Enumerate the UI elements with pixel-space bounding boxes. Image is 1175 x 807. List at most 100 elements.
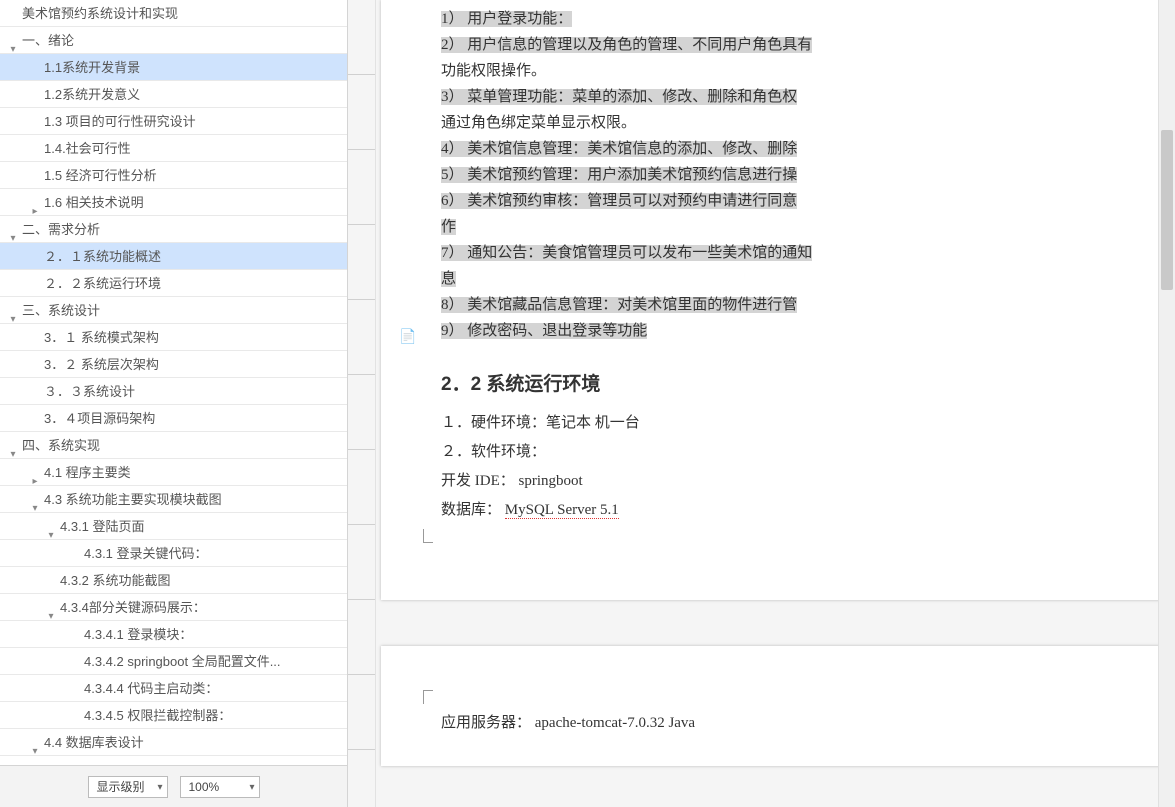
paste-options-icon[interactable]: 📄 — [397, 327, 419, 349]
outline-item[interactable]: 1.4.社会可行性 — [0, 135, 347, 162]
vertical-ruler — [348, 0, 376, 807]
doc-line: 5） 美术馆预约管理：用户添加美术馆预约信息进行操 — [441, 162, 1151, 188]
outline-item-label: 一、绪论 — [22, 33, 74, 48]
page-corner-top — [423, 690, 433, 704]
env-ide: 开发 IDE： springboot — [441, 468, 1151, 494]
doc-line: 9） 修改密码、退出登录等功能 — [441, 318, 1151, 344]
doc-line: 1） 用户登录功能： — [441, 6, 1151, 32]
outline-item-label: 3．１ 系统模式架构 — [44, 330, 159, 345]
sidebar-bottom-bar: 显示级别 100% — [0, 765, 347, 807]
outline-item[interactable]: ▾ 4.3 系统功能主要实现模块截图 — [0, 486, 347, 513]
outline-item[interactable]: 1.1系统开发背景 — [0, 54, 347, 81]
section-heading-2-2: 2．2 系统运行环境 — [441, 372, 1151, 398]
twist-spacer — [30, 144, 40, 154]
twist-spacer — [30, 252, 40, 262]
outline-item[interactable]: 3．１ 系统模式架构 — [0, 324, 347, 351]
doc-line: 8） 美术馆藏品信息管理：对美术馆里面的物件进行管 — [441, 292, 1151, 318]
twist-spacer — [46, 576, 56, 586]
outline-item-label: 1.5 经济可行性分析 — [44, 168, 157, 183]
outline-item[interactable]: 3．４项目源码架构 — [0, 405, 347, 432]
twist-spacer — [30, 90, 40, 100]
outline-item-label: 1.2系统开发意义 — [44, 87, 140, 102]
scrollbar-thumb[interactable] — [1161, 130, 1173, 290]
doc-line: 2） 用户信息的管理以及角色的管理、不同用户角色具有 — [441, 32, 1151, 58]
twist-spacer — [30, 117, 40, 127]
outline-item[interactable]: ▾ 一、绪论 — [0, 27, 347, 54]
outline-item[interactable]: ▾ 4.3.1 登陆页面 — [0, 513, 347, 540]
outline-item[interactable]: 1.3 项目的可行性研究设计 — [0, 108, 347, 135]
chevron-down-icon[interactable]: ▾ — [30, 495, 40, 505]
env-software: ２．软件环境： — [441, 439, 1151, 465]
outline-item[interactable]: 4.3.4.5 权限拦截控制器： — [0, 702, 347, 729]
document-area: 📄 1） 用户登录功能：2） 用户信息的管理以及角色的管理、不同用户角色具有功能… — [348, 0, 1175, 807]
outline-item-label: 1.3 项目的可行性研究设计 — [44, 114, 196, 129]
twist-spacer — [30, 387, 40, 397]
twist-spacer — [70, 657, 80, 667]
outline-item[interactable]: ▾ 二、需求分析 — [0, 216, 347, 243]
chevron-right-icon[interactable]: ▸ — [30, 198, 40, 208]
chevron-down-icon[interactable]: ▾ — [46, 603, 56, 613]
outline-item[interactable]: ▸ 4.1 程序主要类 — [0, 459, 347, 486]
doc-line: 3） 菜单管理功能：菜单的添加、修改、删除和角色权 — [441, 84, 1151, 110]
chevron-down-icon[interactable]: ▾ — [30, 738, 40, 748]
outline-item[interactable]: ２．１系统功能概述 — [0, 243, 347, 270]
chevron-down-icon[interactable]: ▾ — [8, 36, 18, 46]
doc-line: 6） 美术馆预约审核：管理员可以对预约申请进行同意 — [441, 188, 1151, 214]
twist-spacer — [8, 9, 18, 19]
outline-item[interactable]: 4.3.2 系统功能截图 — [0, 567, 347, 594]
outline-item-label: 美术馆预约系统设计和实现 — [22, 6, 178, 21]
outline-item[interactable]: 4.3.4.2 springboot 全局配置文件... — [0, 648, 347, 675]
outline-item-label: 4.3.4.5 权限拦截控制器： — [84, 708, 231, 723]
twist-spacer — [30, 333, 40, 343]
outline-item-label: 4.3.4.4 代码主启动类： — [84, 681, 218, 696]
doc-line: 作 — [441, 214, 1151, 240]
env-hardware: １．硬件环境：笔记本 机一台 — [441, 410, 1151, 436]
chevron-down-icon[interactable]: ▾ — [8, 225, 18, 235]
outline-item-label: 1.4.社会可行性 — [44, 141, 131, 156]
outline-list: 美术馆预约系统设计和实现 ▾ 一、绪论 1.1系统开发背景 1.2系统开发意义 1.3 项… — [0, 0, 347, 765]
twist-spacer — [30, 279, 40, 289]
outline-item-label: 4.3 系统功能主要实现模块截图 — [44, 492, 222, 507]
outline-item[interactable]: 1.2系统开发意义 — [0, 81, 347, 108]
chevron-right-icon[interactable]: ▸ — [30, 468, 40, 478]
outline-item-label: 4.3.1 登录关键代码： — [84, 546, 208, 561]
outline-item[interactable]: 4.3.4.1 登录模块： — [0, 621, 347, 648]
twist-spacer — [70, 684, 80, 694]
outline-item[interactable]: ▾四、系统实现 — [0, 432, 347, 459]
outline-item[interactable]: ▾ 三、系统设计 — [0, 297, 347, 324]
outline-item-label: ２．２系统运行环境 — [44, 276, 161, 291]
outline-item[interactable]: 1.5 经济可行性分析 — [0, 162, 347, 189]
vertical-scrollbar[interactable] — [1158, 0, 1175, 807]
chevron-down-icon[interactable]: ▾ — [8, 306, 18, 316]
zoom-dropdown[interactable]: 100% — [180, 776, 260, 798]
doc-line: 4） 美术馆信息管理：美术馆信息的添加、修改、删除 — [441, 136, 1151, 162]
outline-item[interactable]: ２．２系统运行环境 — [0, 270, 347, 297]
outline-item-label: 二、需求分析 — [22, 222, 100, 237]
twist-spacer — [70, 630, 80, 640]
chevron-down-icon[interactable]: ▾ — [8, 441, 18, 451]
chevron-down-icon[interactable]: ▾ — [46, 522, 56, 532]
level-dropdown[interactable]: 显示级别 — [88, 776, 168, 798]
outline-item-label: 4.1 程序主要类 — [44, 465, 131, 480]
outline-item[interactable]: ▾4.3.4部分关键源码展示： — [0, 594, 347, 621]
doc-line: 7） 通知公告：美食馆管理员可以发布一些美术馆的通知 — [441, 240, 1151, 266]
outline-item-label: 三、系统设计 — [22, 303, 100, 318]
outline-item[interactable]: ▾4.4 数据库表设计 — [0, 729, 347, 756]
doc-line: 通过角色绑定菜单显示权限。 — [441, 110, 1151, 136]
outline-item-label: 3．２ 系统层次架构 — [44, 357, 159, 372]
outline-item-label: 4.3.4.1 登录模块： — [84, 627, 192, 642]
page-scroll: 📄 1） 用户登录功能：2） 用户信息的管理以及角色的管理、不同用户角色具有功能… — [376, 0, 1158, 807]
outline-item[interactable]: ３．３系统设计 — [0, 378, 347, 405]
outline-item[interactable]: 3．２ 系统层次架构 — [0, 351, 347, 378]
outline-item[interactable]: 4.3.1 登录关键代码： — [0, 540, 347, 567]
outline-item-label: 3．４项目源码架构 — [44, 411, 155, 426]
outline-item[interactable]: ▸1.6 相关技术说明 — [0, 189, 347, 216]
twist-spacer — [70, 549, 80, 559]
outline-item-label: 4.3.1 登陆页面 — [60, 519, 145, 534]
outline-item[interactable]: 4.3.4.4 代码主启动类： — [0, 675, 347, 702]
twist-spacer — [30, 63, 40, 73]
outline-item[interactable]: 美术馆预约系统设计和实现 — [0, 0, 347, 27]
page-corner-bottom — [423, 529, 433, 543]
outline-item-label: 4.3.2 系统功能截图 — [60, 573, 171, 588]
outline-item-label: 4.3.4.2 springboot 全局配置文件... — [84, 654, 281, 669]
